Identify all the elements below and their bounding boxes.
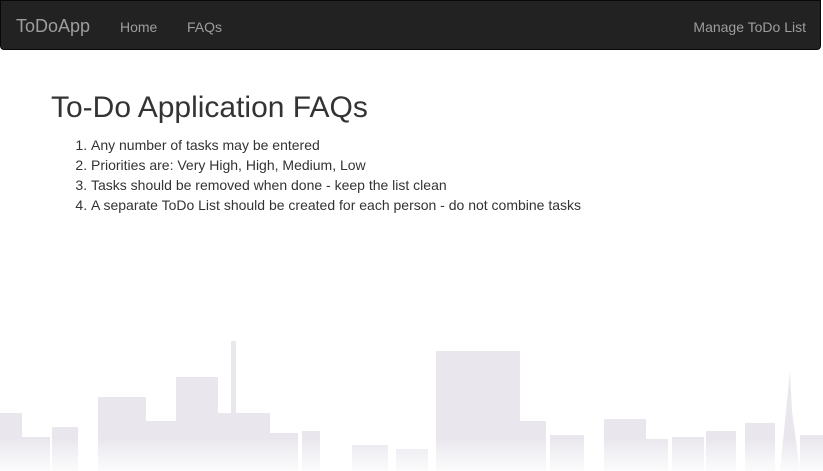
nav-manage-todo-link[interactable]: Manage ToDo List: [693, 18, 806, 36]
city-skyline-background: [0, 341, 823, 471]
brand-link[interactable]: ToDoApp: [16, 15, 90, 37]
faq-item: Tasks should be removed when done - keep…: [91, 175, 791, 195]
nav-faqs-link[interactable]: FAQs: [187, 18, 222, 36]
faq-item: Any number of tasks may be entered: [91, 135, 791, 155]
page: ToDoApp Home FAQs Manage ToDo List To-Do…: [0, 0, 823, 471]
nav-home-link[interactable]: Home: [120, 18, 157, 36]
navbar: ToDoApp Home FAQs Manage ToDo List: [0, 0, 821, 50]
faq-list: Any number of tasks may be entered Prior…: [51, 135, 791, 215]
main-content: To-Do Application FAQs Any number of tas…: [51, 90, 791, 215]
faq-item: A separate ToDo List should be created f…: [91, 195, 791, 215]
faq-item: Priorities are: Very High, High, Medium,…: [91, 155, 791, 175]
page-title: To-Do Application FAQs: [51, 91, 368, 124]
